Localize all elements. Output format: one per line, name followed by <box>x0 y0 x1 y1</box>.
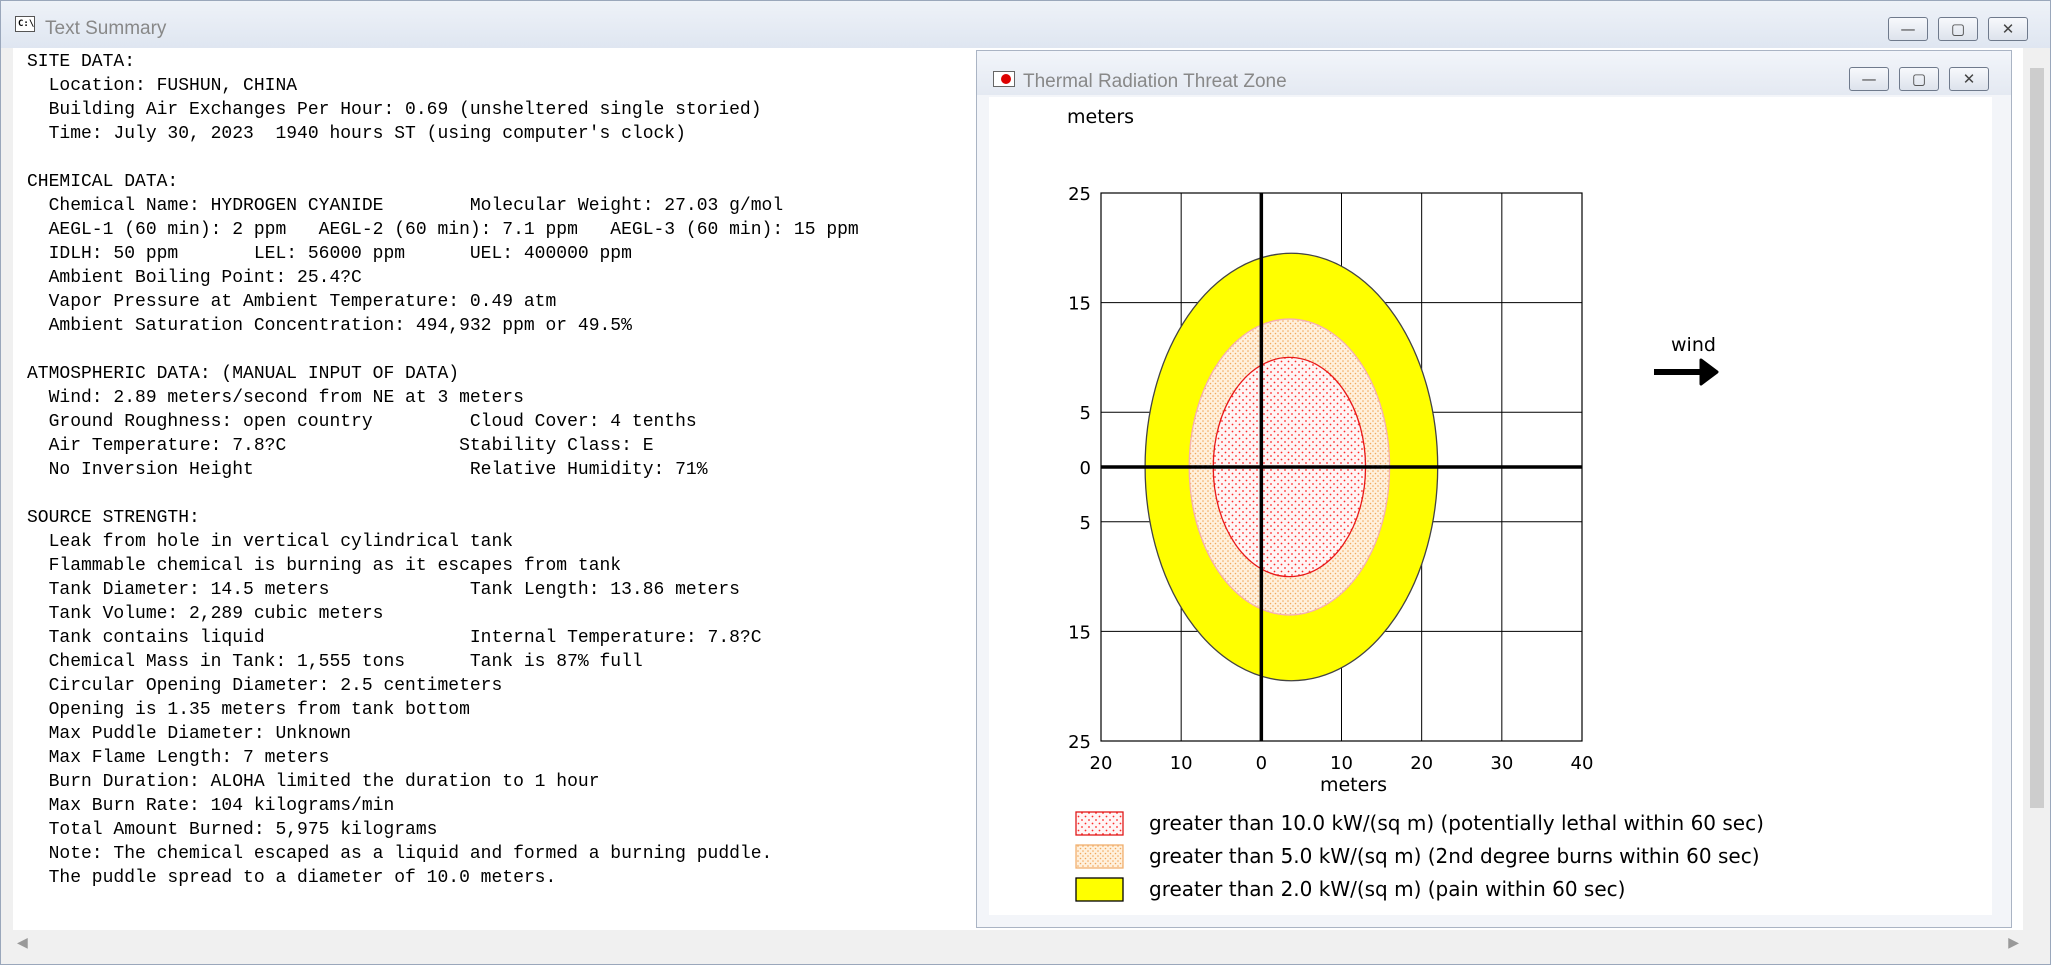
summary-line: Leak from hole in vertical cylindrical t… <box>48 532 514 552</box>
summary-line: Ground Roughness: open country Cloud Cov… <box>48 412 697 432</box>
summary-line: SOURCE STRENGTH: <box>27 508 200 528</box>
threat-zone-plot-area: 20 10 0 10 20 30 40 25 15 5 0 5 15 25 meters meters gre… <box>989 97 1992 915</box>
child-maximize-button[interactable]: ▢ <box>1899 67 1939 91</box>
horizontal-scrollbar[interactable]: ◀ ▶ <box>13 930 2023 954</box>
threat-zone-title-bar[interactable]: Thermal Radiation Threat Zone — ▢ ✕ <box>977 51 2011 95</box>
summary-line: IDLH: 50 ppm LEL: 56000 ppm UEL: 400000 … <box>48 244 632 264</box>
summary-line: Max Flame Length: 7 meters <box>48 748 330 768</box>
summary-line: AEGL-1 (60 min): 2 ppm AEGL-2 (60 min): … <box>48 220 859 240</box>
x-tick-label: 20 <box>1090 753 1113 774</box>
y-tick-label: 5 <box>1080 513 1091 534</box>
legend-swatch <box>1075 811 1124 836</box>
summary-line: Burn Duration: ALOHA limited the duratio… <box>48 772 600 792</box>
summary-line: ATMOSPHERIC DATA: (MANUAL INPUT OF DATA) <box>27 364 460 384</box>
summary-line: Vapor Pressure at Ambient Temperature: 0… <box>48 292 557 312</box>
x-tick-label: 0 <box>1256 753 1267 774</box>
child-close-button[interactable]: ✕ <box>1949 67 1989 91</box>
summary-line: SITE DATA: <box>27 52 136 72</box>
app-terminal-icon[interactable]: C:\ <box>15 16 35 32</box>
window-title: Text Summary <box>45 18 167 39</box>
x-tick-label: 10 <box>1170 753 1193 774</box>
x-tick-label: 20 <box>1410 753 1433 774</box>
close-button[interactable]: ✕ <box>1988 17 2028 41</box>
summary-line: Total Amount Burned: 5,975 kilograms <box>48 820 438 840</box>
wind-label: wind <box>1671 334 1716 356</box>
summary-line: Max Burn Rate: 104 kilograms/min <box>48 796 395 816</box>
summary-line: Ambient Boiling Point: 25.4?C <box>48 268 362 288</box>
legend-label: greater than 10.0 kW/(sq m) (potentially… <box>1149 811 1764 835</box>
summary-line: No Inversion Height Relative Humidity: 7… <box>48 460 708 480</box>
summary-line: Wind: 2.89 meters/second from NE at 3 me… <box>48 388 524 408</box>
y-tick-label: 15 <box>1068 294 1091 315</box>
summary-line: Chemical Mass in Tank: 1,555 tons Tank i… <box>48 652 643 672</box>
threat-zone-title: Thermal Radiation Threat Zone <box>1023 71 1287 92</box>
legend-swatch <box>1075 844 1124 869</box>
text-summary-window: C:\ Text Summary — ▢ ✕ SITE DATA: Locati… <box>0 0 2051 965</box>
summary-line: Location: FUSHUN, CHINA <box>48 76 298 96</box>
vertical-scroll-thumb[interactable] <box>2030 68 2044 808</box>
summary-line: Tank Diameter: 14.5 meters Tank Length: … <box>48 580 740 600</box>
threat-zone-flame-icon[interactable] <box>993 71 1015 87</box>
summary-line: Building Air Exchanges Per Hour: 0.69 (u… <box>48 100 762 120</box>
summary-line: Opening is 1.35 meters from tank bottom <box>48 700 470 720</box>
x-axis-label: meters <box>1320 774 1387 796</box>
maximize-button[interactable]: ▢ <box>1938 17 1978 41</box>
x-tick-label: 30 <box>1490 753 1513 774</box>
wind-arrow-icon <box>1699 358 1719 386</box>
legend-label: greater than 5.0 kW/(sq m) (2nd degree b… <box>1149 844 1760 868</box>
vertical-scrollbar[interactable] <box>2024 48 2050 930</box>
summary-line: Tank contains liquid Internal Temperatur… <box>48 628 762 648</box>
summary-line: Flammable chemical is burning as it esca… <box>48 556 622 576</box>
threat-zone-window: Thermal Radiation Threat Zone — ▢ ✕ 20 1… <box>976 50 2012 928</box>
x-tick-label: 10 <box>1330 753 1353 774</box>
summary-line: Air Temperature: 7.8?C Stability Class: … <box>48 436 654 456</box>
summary-line: Tank Volume: 2,289 cubic meters <box>48 604 384 624</box>
x-tick-label: 40 <box>1571 753 1594 774</box>
summary-line: Time: July 30, 2023 1940 hours ST (using… <box>48 124 686 144</box>
y-tick-label: 5 <box>1080 403 1091 424</box>
main-title-bar[interactable]: C:\ Text Summary — ▢ ✕ <box>1 1 2050 48</box>
child-minimize-button[interactable]: — <box>1849 67 1889 91</box>
scroll-left-arrow-icon[interactable]: ◀ <box>17 934 28 951</box>
summary-line: Chemical Name: HYDROGEN CYANIDE Molecula… <box>48 196 784 216</box>
scroll-right-arrow-icon[interactable]: ▶ <box>2008 934 2019 951</box>
legend-label: greater than 2.0 kW/(sq m) (pain within … <box>1149 877 1625 901</box>
y-tick-label: 15 <box>1068 622 1091 643</box>
y-tick-label: 0 <box>1080 458 1091 479</box>
summary-line: Note: The chemical escaped as a liquid a… <box>48 844 773 864</box>
summary-line: The puddle spread to a diameter of 10.0 … <box>48 868 557 888</box>
y-tick-label: 25 <box>1068 184 1091 205</box>
threat-zone-chart: 20 10 0 10 20 30 40 25 15 5 0 5 15 25 meters meters gre… <box>1067 106 1764 902</box>
legend-swatch <box>1075 877 1124 902</box>
summary-line: Ambient Saturation Concentration: 494,93… <box>48 316 632 336</box>
summary-text: SITE DATA: Location: FUSHUN, CHINA Build… <box>27 50 859 890</box>
summary-line: CHEMICAL DATA: <box>27 172 179 192</box>
y-axis-label: meters <box>1067 106 1134 128</box>
minimize-button[interactable]: — <box>1888 17 1928 41</box>
summary-line: Circular Opening Diameter: 2.5 centimete… <box>48 676 503 696</box>
summary-line: Max Puddle Diameter: Unknown <box>48 724 352 744</box>
y-tick-label: 25 <box>1068 732 1091 753</box>
